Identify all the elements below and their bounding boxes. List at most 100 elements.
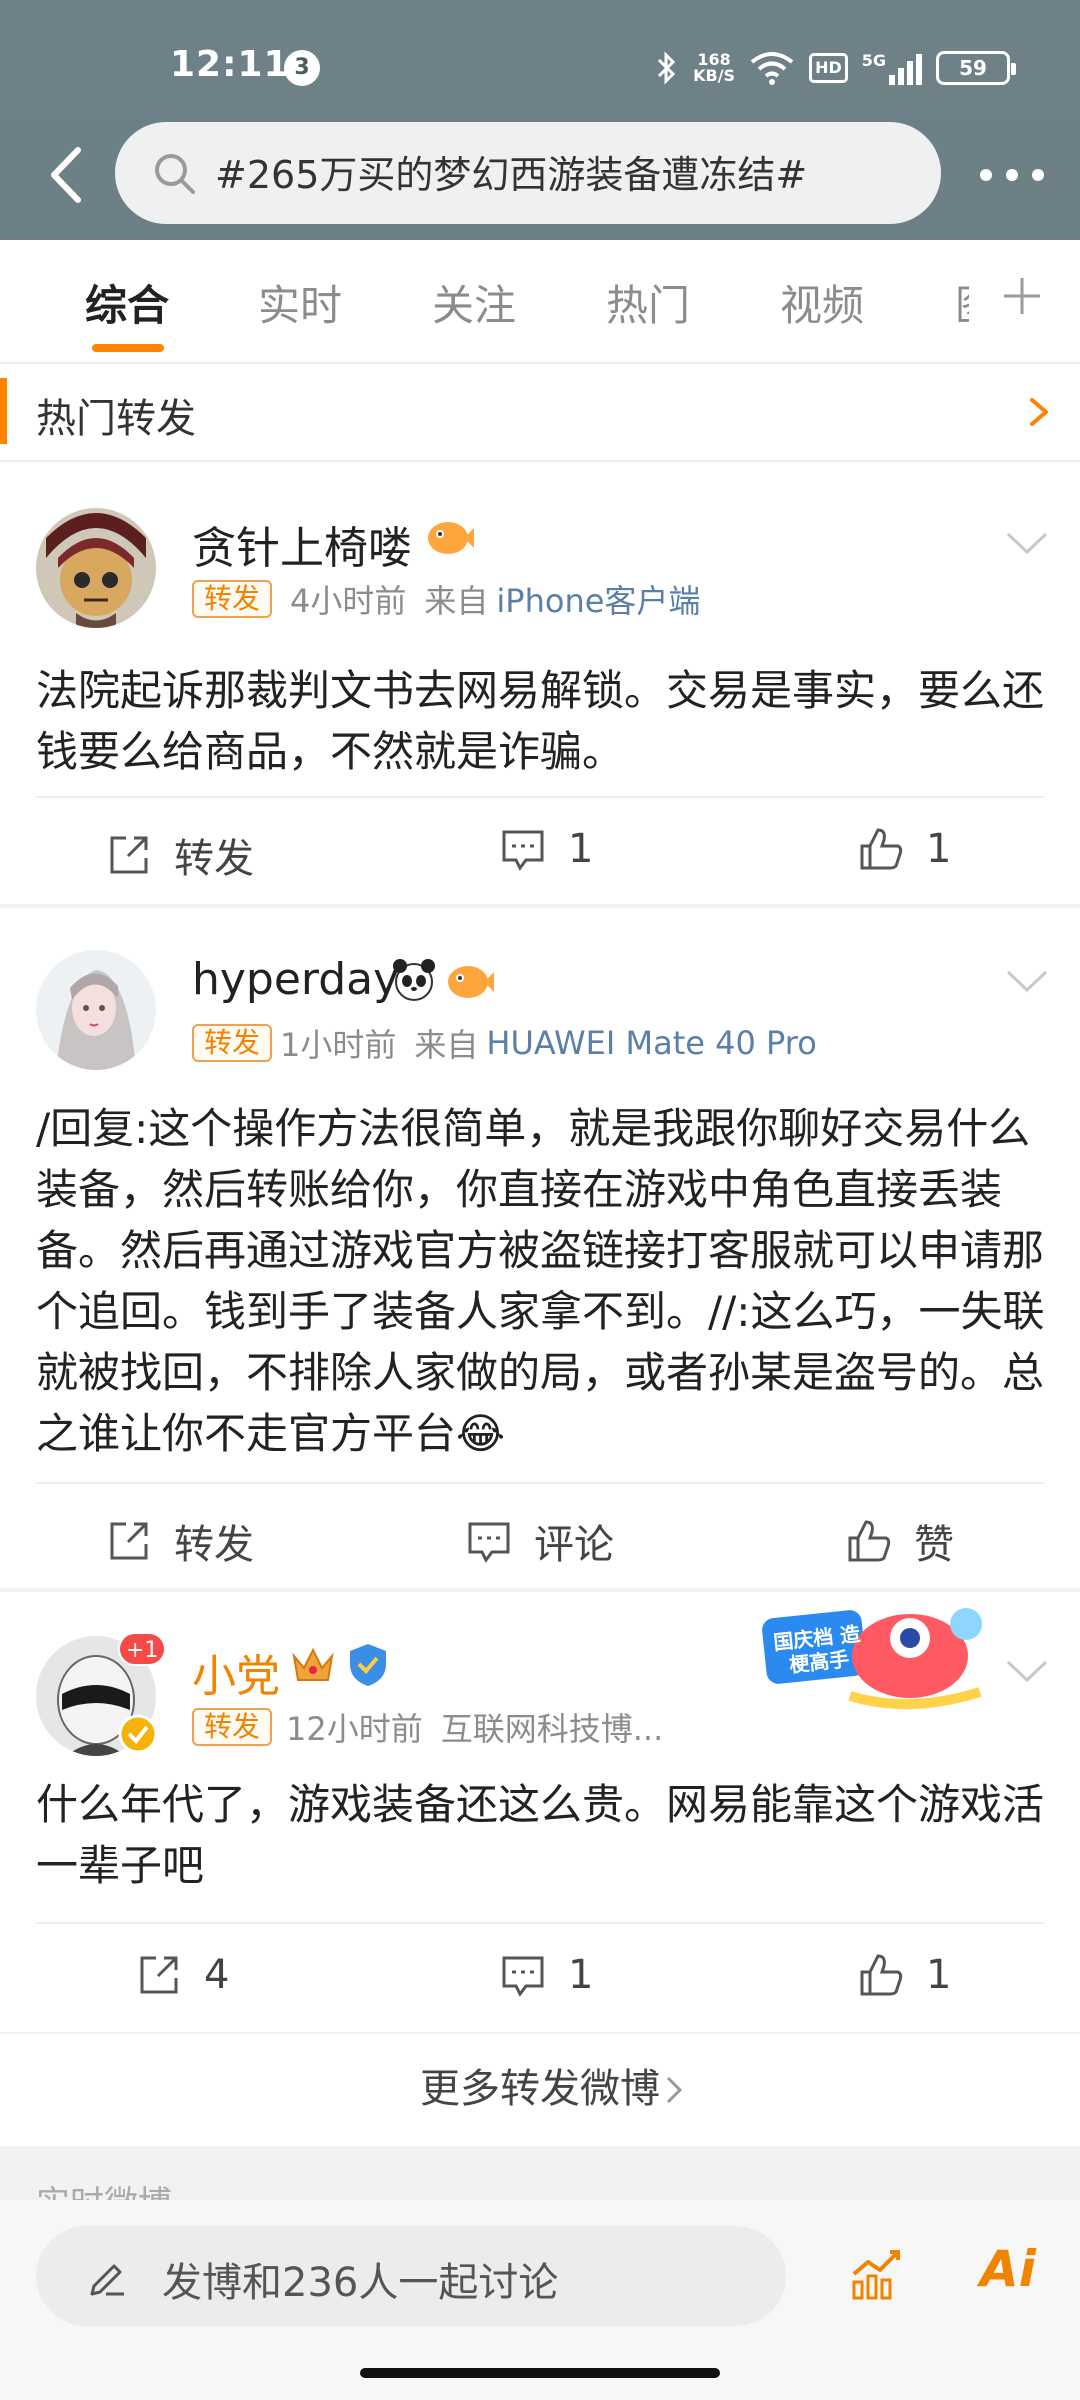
avatar[interactable] bbox=[36, 508, 156, 628]
post-card: hyperday 转发 1小时前 来自 HUAWEI Mate 40 Pro /… bbox=[0, 908, 1080, 1588]
chevron-right-icon bbox=[1030, 398, 1048, 426]
post-text: /回复:这个操作方法很简单，就是我跟你聊好交易什么装备，然后转账给你，你直接在游… bbox=[36, 1104, 1045, 1458]
repost-button[interactable]: 转发 bbox=[106, 1512, 254, 1570]
avatar-notification-badge: +1 bbox=[118, 1632, 167, 1666]
panda-icon bbox=[393, 959, 435, 1001]
post-time: 1小时前 bbox=[280, 1026, 397, 1064]
add-tab-icon[interactable] bbox=[1000, 274, 1044, 318]
back-button[interactable] bbox=[40, 140, 100, 210]
network-speed: 168 KB/S bbox=[693, 52, 735, 84]
like-button[interactable]: 1 bbox=[858, 826, 951, 872]
chevron-down-icon[interactable] bbox=[1004, 966, 1050, 996]
chevron-right-icon bbox=[666, 2076, 683, 2104]
wifi-icon bbox=[750, 52, 794, 85]
tab-image-partial[interactable]: 图 bbox=[955, 272, 969, 322]
more-dots-icon bbox=[980, 169, 1044, 181]
battery-icon: 59 bbox=[936, 51, 1016, 85]
fan-badge-icon bbox=[448, 966, 494, 998]
notification-count-badge: 3 bbox=[284, 50, 320, 86]
thumbs-up-icon bbox=[848, 1520, 891, 1562]
source-prefix: 来自 bbox=[414, 1026, 479, 1064]
pencil-icon bbox=[90, 2264, 124, 2296]
more-reposts-label: 更多转发微博 bbox=[420, 2066, 660, 2112]
thumbs-up-icon bbox=[860, 828, 903, 870]
repost-button[interactable]: 转发 bbox=[106, 826, 254, 884]
username[interactable]: 贪针上椅喽 bbox=[192, 512, 412, 576]
verified-badge-icon bbox=[118, 1714, 158, 1754]
username[interactable]: 小党 bbox=[192, 1640, 280, 1704]
divider bbox=[36, 1922, 1044, 1924]
tab-realtime[interactable]: 实时 bbox=[258, 272, 342, 333]
compose-input[interactable]: 发博和236人一起讨论 bbox=[36, 2226, 786, 2326]
search-icon bbox=[155, 154, 195, 194]
crown-icon bbox=[292, 1647, 334, 1681]
national-day-promo-sticker[interactable]: 国庆档 造梗高手 bbox=[760, 1596, 1000, 1714]
share-icon bbox=[140, 1956, 178, 1994]
comment-label: 评论 bbox=[534, 1522, 614, 1568]
repost-tag: 转发 bbox=[192, 580, 273, 618]
comment-button[interactable]: 评论 bbox=[466, 1512, 614, 1570]
post-text: 法院起诉那裁判文书去网易解锁。交易是事实，要么还钱要么给商品，不然就是诈骗。 bbox=[36, 666, 1045, 776]
post-meta: 转发 1小时前 来自 HUAWEI Mate 40 Pro bbox=[192, 1020, 817, 1066]
more-options-button[interactable] bbox=[972, 150, 1052, 200]
status-bar: 12:11 3 168 KB/S HD 5G 59 bbox=[0, 0, 1080, 130]
post-source[interactable]: iPhone客户端 bbox=[496, 576, 700, 622]
comment-button[interactable]: 1 bbox=[500, 1952, 593, 1998]
home-indicator[interactable] bbox=[360, 2368, 720, 2378]
next-section-title: 实时微博 bbox=[36, 2176, 172, 2200]
shield-badge-icon bbox=[350, 1644, 386, 1686]
repost-button[interactable]: 4 bbox=[136, 1952, 229, 1998]
repost-tag: 转发 bbox=[192, 1708, 273, 1746]
section-accent-bar bbox=[0, 378, 7, 444]
post-card: 贪针上椅喽 转发 4小时前 来自 iPhone客户端 法院起诉那裁判文书去网易解… bbox=[0, 464, 1080, 904]
search-input[interactable]: #265万买的梦幻西游装备遭冻结# bbox=[115, 122, 941, 224]
chevron-down-icon[interactable] bbox=[1004, 1656, 1050, 1686]
author-description: 互联网科技博... bbox=[440, 1710, 664, 1748]
thumbs-up-icon bbox=[860, 1954, 903, 1996]
tab-hot[interactable]: 热门 bbox=[606, 272, 690, 333]
post-time: 4小时前 bbox=[290, 582, 407, 620]
compose-placeholder: 发博和236人一起讨论 bbox=[162, 2260, 559, 2306]
trend-chart-icon[interactable] bbox=[848, 2246, 904, 2302]
chevron-down-icon[interactable] bbox=[1004, 528, 1050, 558]
repost-tag: 转发 bbox=[192, 1024, 273, 1062]
cellular-signal-icon: 5G bbox=[862, 51, 922, 85]
tab-video[interactable]: 视频 bbox=[780, 272, 864, 333]
fan-badge-icon bbox=[428, 522, 474, 554]
ai-assistant-button[interactable]: Ai bbox=[980, 2240, 1036, 2298]
like-button[interactable]: 1 bbox=[858, 1952, 951, 1998]
repost-label: 转发 bbox=[174, 836, 254, 882]
network-speed-unit: KB/S bbox=[693, 66, 736, 85]
tab-comprehensive[interactable]: 综合 bbox=[85, 272, 169, 333]
source-prefix: 来自 bbox=[424, 582, 489, 620]
divider bbox=[36, 1482, 1044, 1484]
active-tab-indicator bbox=[92, 344, 164, 352]
avatar-image bbox=[36, 508, 156, 628]
hot-reposts-header[interactable]: 热门转发 bbox=[0, 366, 1080, 462]
post-time: 12小时前 bbox=[286, 1710, 423, 1748]
comment-count: 1 bbox=[568, 826, 594, 872]
bottom-bar: 发博和236人一起讨论 Ai bbox=[0, 2200, 1080, 2400]
username[interactable]: hyperday bbox=[192, 954, 399, 1005]
network-type: 5G bbox=[861, 51, 886, 70]
post-source[interactable]: HUAWEI Mate 40 Pro bbox=[486, 1024, 816, 1062]
comment-button[interactable]: 1 bbox=[500, 826, 593, 872]
back-arrow-icon bbox=[51, 147, 81, 203]
repost-label: 转发 bbox=[174, 1522, 254, 1568]
comment-icon bbox=[502, 1956, 544, 1997]
more-reposts-link[interactable]: 更多转发微博 bbox=[0, 2034, 1080, 2144]
post-text: 什么年代了，游戏装备还这么贵。网易能靠这个游戏活一辈子吧 bbox=[36, 1780, 1045, 1890]
comment-count: 1 bbox=[568, 1952, 594, 1998]
post-meta: 转发 12小时前 互联网科技博... bbox=[192, 1704, 663, 1750]
like-button[interactable]: 赞 bbox=[846, 1512, 954, 1570]
tab-following[interactable]: 关注 bbox=[432, 272, 516, 333]
like-count: 1 bbox=[926, 1952, 952, 1998]
avatar[interactable] bbox=[36, 950, 156, 1070]
like-label: 赞 bbox=[914, 1522, 954, 1568]
comment-icon bbox=[468, 1522, 510, 1563]
nav-bar: #265万买的梦幻西游装备遭冻结# bbox=[0, 122, 1080, 226]
next-section-band: 实时微博 bbox=[0, 2146, 1080, 2200]
tab-bar: 综合 实时 关注 热门 视频 图 bbox=[0, 240, 1080, 364]
search-query: #265万买的梦幻西游装备遭冻结# bbox=[215, 153, 808, 197]
repost-count: 4 bbox=[204, 1952, 230, 1998]
